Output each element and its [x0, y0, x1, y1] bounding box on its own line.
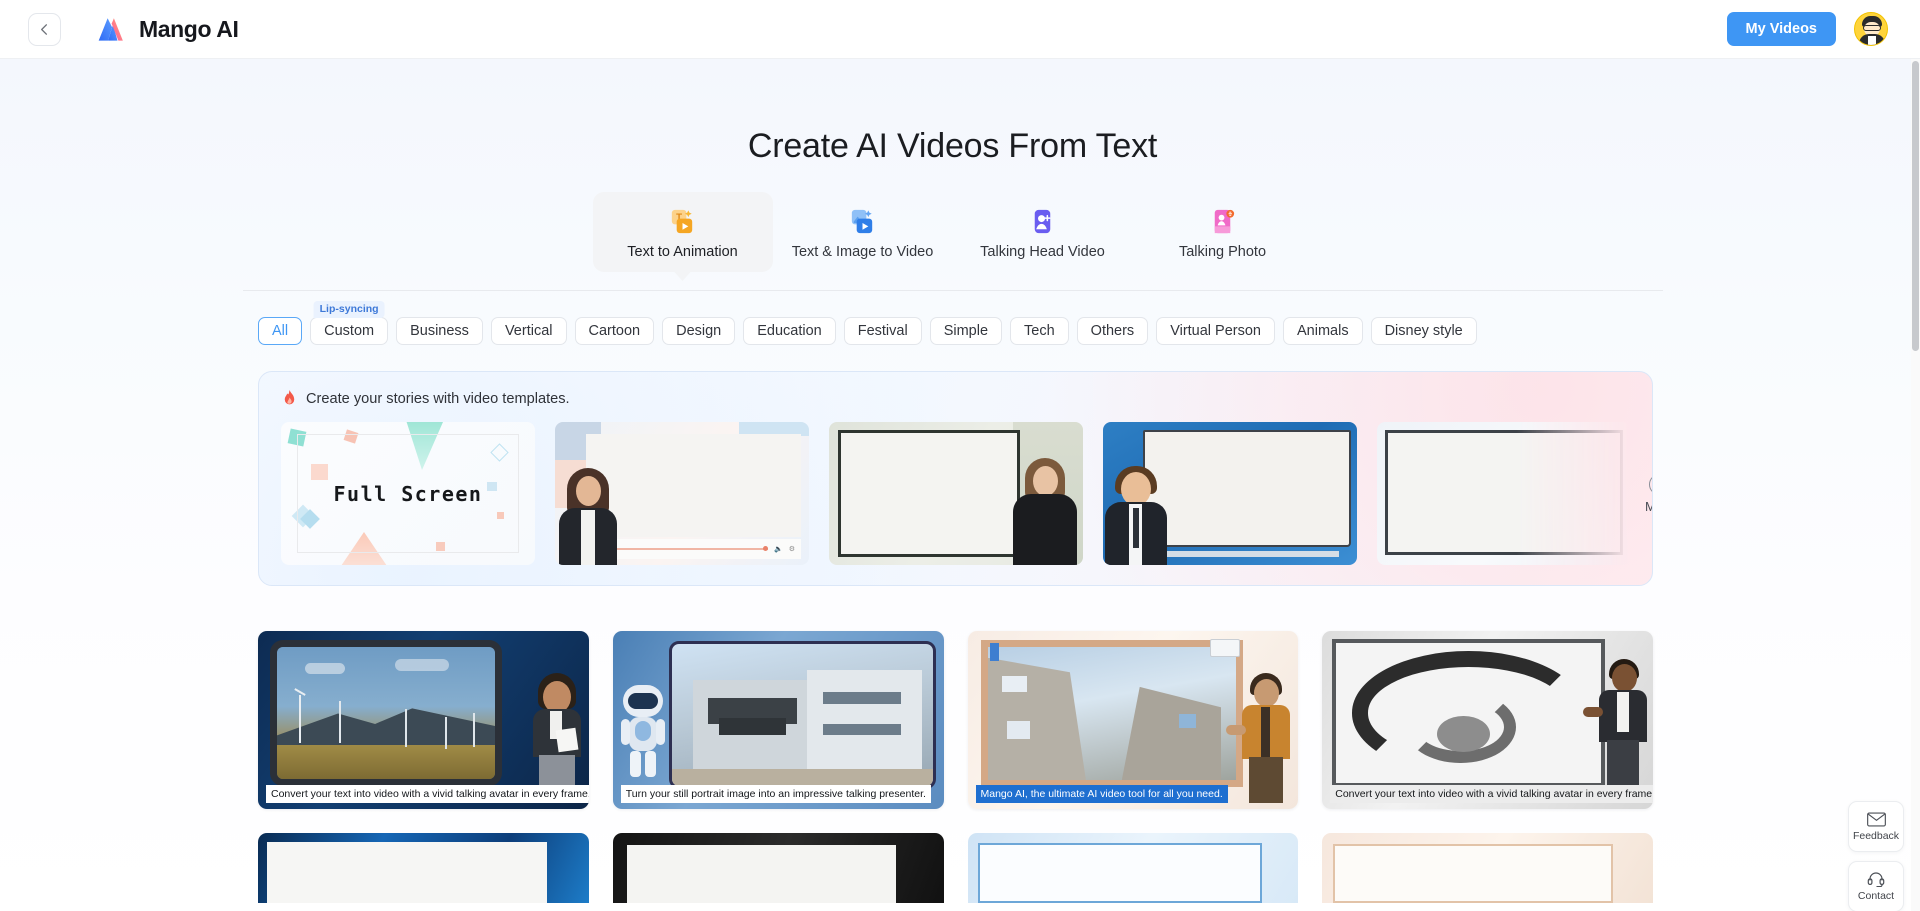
talking-photo-icon — [1207, 206, 1238, 237]
carousel-thumb-female-presenter[interactable]: ▶▮ 🔈 ⚙ — [555, 422, 809, 565]
scrollbar-thumb[interactable] — [1912, 61, 1919, 351]
card-caption: Mango AI, the ultimate AI video tool for… — [975, 784, 1228, 803]
carousel-thumb-full-screen[interactable]: Full Screen — [281, 422, 535, 565]
card-caption: Convert your text into video with a vivi… — [266, 784, 589, 803]
tab-talking-head-video[interactable]: Talking Head Video — [953, 192, 1133, 272]
category-chip-simple[interactable]: Simple — [929, 317, 1003, 345]
template-card-castle[interactable]: Mango AI, the ultimate AI video tool for… — [967, 631, 1299, 809]
tab-text-image-to-video[interactable]: Text & Image to Video — [773, 192, 953, 272]
chip-label: Cartoon — [588, 323, 641, 339]
chip-label: Animals — [1297, 323, 1349, 339]
carousel-more-button[interactable]: More — [1645, 473, 1652, 514]
template-card-robot-house[interactable]: Turn your still portrait image into an i… — [612, 631, 944, 809]
chevron-right-circle-icon — [1649, 473, 1652, 495]
chip-label: Education — [757, 323, 822, 339]
chip-label: Design — [676, 323, 722, 339]
category-chip-custom[interactable]: Lip-syncing Custom — [310, 301, 389, 345]
chip-label: Disney style — [1384, 323, 1463, 339]
avatar[interactable] — [1854, 12, 1888, 46]
category-chip-disney-style[interactable]: Disney style — [1370, 317, 1477, 345]
more-label: More — [1645, 499, 1652, 514]
back-button[interactable] — [28, 12, 61, 46]
fire-icon — [281, 389, 298, 408]
chip-label: Virtual Person — [1170, 323, 1261, 339]
chip-label: Tech — [1024, 323, 1055, 339]
category-chip-tech[interactable]: Tech — [1010, 317, 1069, 345]
promo-title: Create your stories with video templates… — [306, 390, 570, 407]
carousel-thumb-plain-frame[interactable] — [1377, 422, 1631, 565]
category-chip-others[interactable]: Others — [1076, 317, 1149, 345]
text-image-to-video-icon — [847, 206, 878, 237]
card-caption: Turn your still portrait image into an i… — [620, 784, 931, 803]
carousel-thumb-dark-frame[interactable] — [829, 422, 1083, 565]
side-btn-label: Feedback — [1852, 829, 1900, 842]
feedback-button[interactable]: Feedback — [1848, 801, 1904, 852]
template-card-spiral-staircase[interactable]: Convert your text into video with a vivi… — [1322, 631, 1653, 809]
thumb-label: Full Screen — [333, 481, 483, 506]
template-carousel: Full Screen ▶▮ 🔈 ⚙ — [281, 422, 1652, 565]
category-chip-animals[interactable]: Animals — [1283, 317, 1363, 345]
page-title: Create AI Videos From Text — [747, 127, 1158, 165]
mango-ai-logo-icon — [96, 16, 130, 42]
tab-label: Talking Photo — [1178, 244, 1267, 260]
category-chip-virtual-person[interactable]: Virtual Person — [1156, 317, 1275, 345]
category-chip-all[interactable]: All — [258, 317, 303, 345]
side-btn-label: Contact — [1857, 890, 1895, 902]
talking-head-video-icon — [1027, 206, 1058, 237]
headset-icon — [1867, 871, 1885, 887]
chip-label: Simple — [943, 323, 989, 339]
page-scrollbar[interactable] — [1911, 59, 1920, 911]
template-grid-row-2 — [258, 833, 1653, 903]
tab-label: Text to Animation — [627, 244, 738, 260]
promo-header: Create your stories with video templates… — [281, 389, 1630, 408]
my-videos-button[interactable]: My Videos — [1726, 12, 1836, 46]
tab-label: Talking Head Video — [980, 244, 1105, 260]
chip-label: Others — [1090, 323, 1135, 339]
category-chip-cartoon[interactable]: Cartoon — [574, 317, 655, 345]
template-card-row2-3[interactable] — [967, 833, 1299, 903]
template-card-row2-2[interactable] — [612, 833, 944, 903]
category-chip-vertical[interactable]: Vertical — [490, 317, 567, 345]
tab-label: Text & Image to Video — [791, 244, 934, 260]
chip-label: Festival — [857, 323, 908, 339]
brand[interactable]: Mango AI — [96, 15, 239, 43]
carousel-thumb-blue-male-presenter[interactable] — [1103, 422, 1357, 565]
app-header: Mango AI My Videos — [0, 0, 1920, 59]
mode-tabs: T Text to Animation Text & Image to Vide… — [0, 192, 1905, 272]
chip-label: Business — [410, 323, 469, 339]
lip-syncing-badge: Lip-syncing — [313, 301, 385, 319]
category-filter-bar: All Lip-syncing Custom Business Vertical… — [0, 291, 1905, 345]
template-card-row2-1[interactable] — [258, 833, 589, 903]
category-chip-business[interactable]: Business — [396, 317, 483, 345]
chevron-left-icon — [37, 22, 52, 37]
envelope-icon — [1866, 811, 1886, 827]
card-caption: Convert your text into video with a vivi… — [1330, 784, 1653, 803]
brand-name: Mango AI — [139, 15, 239, 42]
chip-label: Custom — [324, 323, 375, 339]
text-to-animation-icon: T — [667, 206, 698, 237]
template-promo-panel: Create your stories with video templates… — [258, 371, 1653, 586]
tab-text-to-animation[interactable]: T Text to Animation — [592, 192, 773, 272]
chip-label: Vertical — [504, 323, 553, 339]
header-actions: My Videos — [1726, 12, 1896, 46]
contact-button[interactable]: Contact — [1848, 861, 1904, 911]
tab-talking-photo[interactable]: Talking Photo — [1133, 192, 1313, 272]
floating-side-tools: Feedback Contact — [1848, 801, 1904, 911]
template-grid: Convert your text into video with a vivi… — [258, 631, 1653, 809]
page-scroll-area: Create AI Videos From Text T Text to Ani… — [0, 59, 1920, 911]
category-chip-festival[interactable]: Festival — [843, 317, 922, 345]
template-card-row2-4[interactable] — [1322, 833, 1653, 903]
template-card-wind-turbine[interactable]: Convert your text into video with a vivi… — [258, 631, 589, 809]
category-chip-education[interactable]: Education — [743, 317, 836, 345]
chip-label: All — [272, 323, 289, 339]
category-chip-design[interactable]: Design — [662, 317, 736, 345]
